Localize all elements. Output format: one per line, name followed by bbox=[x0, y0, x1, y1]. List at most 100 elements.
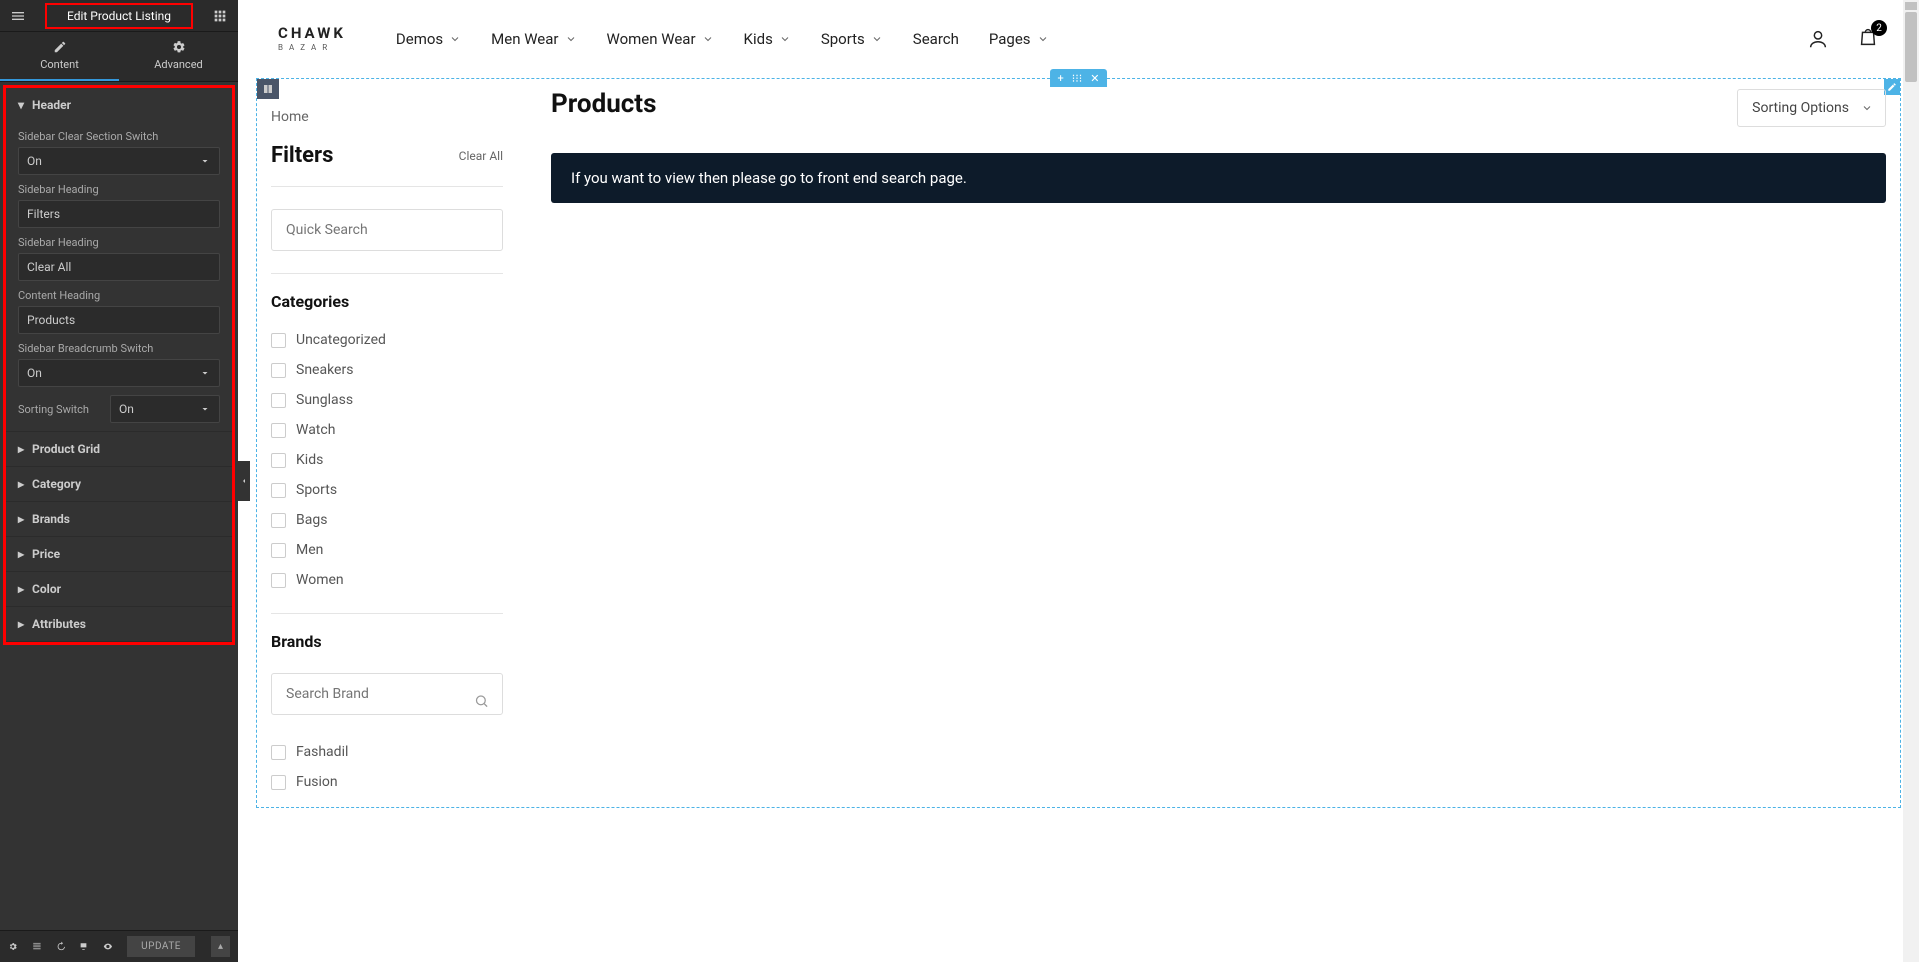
category-item[interactable]: Women bbox=[271, 565, 503, 595]
panel-collapse-handle[interactable] bbox=[238, 461, 250, 501]
preview-icon[interactable] bbox=[103, 940, 113, 953]
tab-advanced-label: Advanced bbox=[154, 58, 202, 71]
editor-panel: Edit Product Listing Content Advanced ▾ … bbox=[0, 0, 238, 962]
menu-icon[interactable] bbox=[10, 8, 26, 24]
editor-title: Edit Product Listing bbox=[67, 9, 171, 23]
responsive-icon[interactable] bbox=[79, 940, 89, 953]
edit-widget-button[interactable] bbox=[1884, 79, 1900, 95]
nav-sports[interactable]: Sports bbox=[821, 30, 883, 48]
checkbox-icon[interactable] bbox=[271, 775, 286, 790]
edit-section-icon[interactable]: ⁝⁝⁝ bbox=[1072, 72, 1083, 85]
section-product-grid-toggle[interactable]: ▸Product Grid bbox=[6, 432, 232, 466]
checkbox-icon[interactable] bbox=[271, 513, 286, 528]
category-item[interactable]: Uncategorized bbox=[271, 325, 503, 355]
checkbox-icon[interactable] bbox=[271, 483, 286, 498]
update-button[interactable]: UPDATE bbox=[127, 936, 195, 957]
sidebar-clear-switch-label: Sidebar Clear Section Switch bbox=[18, 130, 220, 143]
quick-search-input[interactable] bbox=[271, 209, 503, 251]
category-item[interactable]: Sunglass bbox=[271, 385, 503, 415]
logo[interactable]: CHAWK BAZAR bbox=[278, 26, 346, 52]
update-options-button[interactable]: ▴ bbox=[211, 936, 230, 957]
settings-icon[interactable] bbox=[8, 940, 18, 953]
section-header-toggle[interactable]: ▾ Header bbox=[6, 88, 232, 122]
breadcrumb-switch-label: Sidebar Breadcrumb Switch bbox=[18, 342, 220, 355]
apps-icon[interactable] bbox=[212, 8, 228, 24]
divider bbox=[271, 186, 503, 187]
section-brands-toggle[interactable]: ▸Brands bbox=[6, 502, 232, 536]
nav-pages[interactable]: Pages bbox=[989, 30, 1049, 48]
chevron-down-icon bbox=[449, 33, 461, 45]
sidebar-clear-switch-select[interactable]: On bbox=[18, 147, 220, 175]
user-icon[interactable] bbox=[1807, 28, 1829, 50]
tab-content-label: Content bbox=[40, 58, 79, 71]
pencil-icon bbox=[1887, 82, 1897, 92]
preview-scrollbar[interactable] bbox=[1903, 0, 1919, 962]
column-icon bbox=[262, 83, 274, 95]
category-item[interactable]: Kids bbox=[271, 445, 503, 475]
breadcrumb[interactable]: Home bbox=[271, 109, 503, 125]
checkbox-icon[interactable] bbox=[271, 363, 286, 378]
sorting-label: Sorting Options bbox=[1752, 100, 1849, 116]
category-item[interactable]: Watch bbox=[271, 415, 503, 445]
tab-content[interactable]: Content bbox=[0, 32, 119, 81]
content-heading-input[interactable] bbox=[18, 306, 220, 334]
checkbox-icon[interactable] bbox=[271, 453, 286, 468]
search-icon bbox=[474, 694, 489, 709]
chevron-down-icon bbox=[779, 33, 791, 45]
nav-women-wear[interactable]: Women Wear bbox=[607, 30, 714, 48]
content-heading-label: Content Heading bbox=[18, 289, 220, 302]
tab-advanced[interactable]: Advanced bbox=[119, 32, 238, 81]
add-section-icon[interactable]: + bbox=[1058, 72, 1064, 85]
caret-down-icon: ▾ bbox=[18, 98, 24, 112]
category-item[interactable]: Men bbox=[271, 535, 503, 565]
chevron-down-icon bbox=[1861, 102, 1873, 114]
clear-all-link[interactable]: Clear All bbox=[459, 149, 503, 163]
elementor-section[interactable]: + ⁝⁝⁝ ✕ Home Filters Clear All Cat bbox=[256, 78, 1901, 808]
widget-handle[interactable] bbox=[257, 79, 279, 99]
history-icon[interactable] bbox=[56, 940, 66, 953]
nav-men-wear[interactable]: Men Wear bbox=[491, 30, 576, 48]
checkbox-icon[interactable] bbox=[271, 423, 286, 438]
checkbox-icon[interactable] bbox=[271, 333, 286, 348]
products-title: Products bbox=[551, 89, 656, 119]
section-category-toggle[interactable]: ▸Category bbox=[6, 467, 232, 501]
editor-footer: UPDATE ▴ bbox=[0, 930, 238, 962]
brand-item[interactable]: Fusion bbox=[271, 767, 503, 797]
nav-demos[interactable]: Demos bbox=[396, 30, 461, 48]
nav-search[interactable]: Search bbox=[913, 30, 959, 48]
editor-header: Edit Product Listing bbox=[0, 0, 238, 32]
preview-area: CHAWK BAZAR Demos Men Wear Women Wear Ki… bbox=[238, 0, 1919, 962]
checkbox-icon[interactable] bbox=[271, 745, 286, 760]
chevron-down-icon bbox=[702, 33, 714, 45]
checkbox-icon[interactable] bbox=[271, 393, 286, 408]
breadcrumb-switch-select[interactable]: On bbox=[18, 359, 220, 387]
cart-badge: 2 bbox=[1871, 20, 1887, 36]
category-item[interactable]: Sports bbox=[271, 475, 503, 505]
logo-text: CHAWK bbox=[278, 26, 346, 41]
cart-button[interactable]: 2 bbox=[1857, 26, 1879, 52]
sorting-switch-select[interactable]: On bbox=[110, 395, 220, 423]
category-item[interactable]: Sneakers bbox=[271, 355, 503, 385]
chevron-down-icon bbox=[871, 33, 883, 45]
sidebar-heading1-input[interactable] bbox=[18, 200, 220, 228]
category-item[interactable]: Bags bbox=[271, 505, 503, 535]
caret-right-icon: ▸ bbox=[18, 617, 24, 631]
close-section-icon[interactable]: ✕ bbox=[1090, 72, 1099, 85]
sections-highlight: ▾ Header Sidebar Clear Section Switch On… bbox=[3, 85, 235, 645]
brand-search-input[interactable] bbox=[271, 673, 503, 715]
sidebar-heading2-input[interactable] bbox=[18, 253, 220, 281]
logo-sub: BAZAR bbox=[278, 43, 346, 52]
section-price-toggle[interactable]: ▸Price bbox=[6, 537, 232, 571]
nav-kids[interactable]: Kids bbox=[744, 30, 791, 48]
navigator-icon[interactable] bbox=[32, 940, 42, 953]
section-color-label: Color bbox=[32, 582, 61, 596]
checkbox-icon[interactable] bbox=[271, 573, 286, 588]
section-color-toggle[interactable]: ▸Color bbox=[6, 572, 232, 606]
checkbox-icon[interactable] bbox=[271, 543, 286, 558]
section-brands-label: Brands bbox=[32, 512, 70, 526]
sorting-dropdown[interactable]: Sorting Options bbox=[1737, 89, 1886, 127]
notice-message: If you want to view then please go to fr… bbox=[551, 153, 1886, 203]
editor-title-highlight: Edit Product Listing bbox=[45, 3, 193, 29]
section-attributes-toggle[interactable]: ▸Attributes bbox=[6, 607, 232, 641]
brand-item[interactable]: Fashadil bbox=[271, 737, 503, 767]
